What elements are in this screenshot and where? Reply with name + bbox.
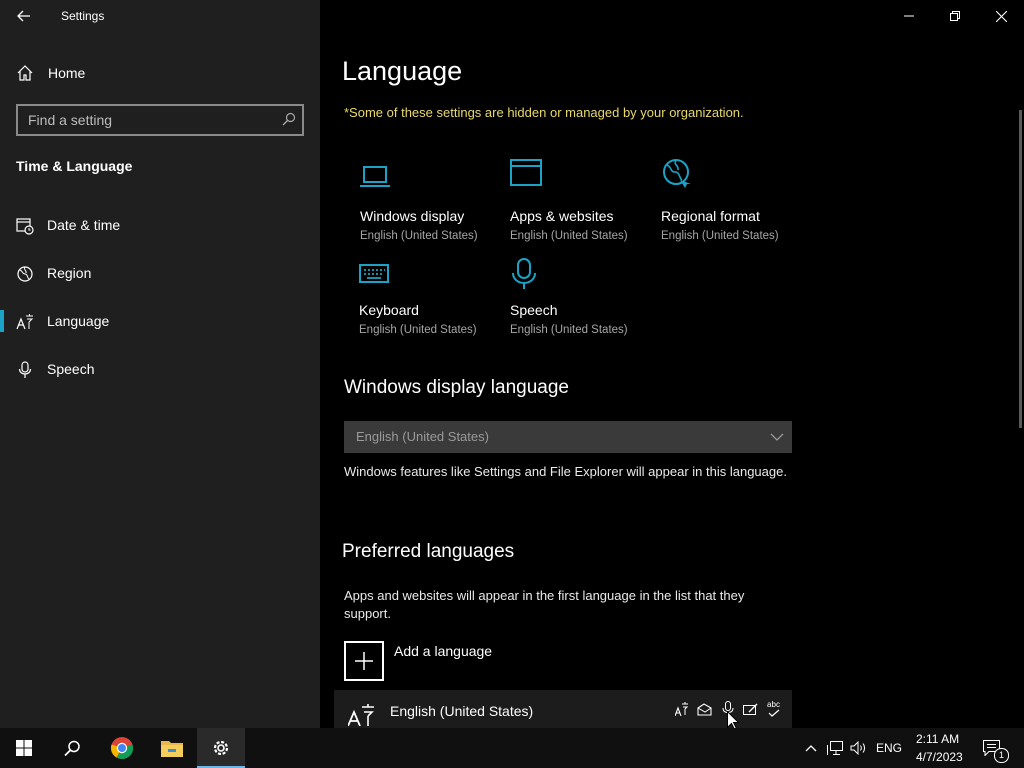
preferred-languages-description: Apps and websites will appear in the fir… xyxy=(344,588,745,621)
language-row-en-us[interactable]: English (United States) abc xyxy=(334,690,792,728)
display-language-feature-icon xyxy=(673,700,690,717)
settings-taskbar-button[interactable] xyxy=(197,728,245,768)
tile-title: Apps & websites xyxy=(510,208,614,224)
search-icon xyxy=(63,740,80,756)
minimize-icon xyxy=(904,15,914,17)
tile-keyboard[interactable]: Keyboard English (United States) xyxy=(359,260,499,350)
file-explorer-taskbar-button[interactable] xyxy=(148,728,196,768)
tile-title: Keyboard xyxy=(359,302,419,318)
taskbar: ENG 2:11 AM 4/7/2023 1 xyxy=(0,728,1024,768)
search-icon[interactable] xyxy=(282,112,296,126)
tile-apps-websites[interactable]: Apps & websites English (United States) xyxy=(510,158,650,248)
scrollbar[interactable] xyxy=(1019,110,1022,428)
input-indicator[interactable]: ENG xyxy=(876,741,902,755)
home-label: Home xyxy=(48,65,86,81)
page-title: Language xyxy=(342,56,463,86)
globe-icon xyxy=(17,266,33,282)
tile-title: Speech xyxy=(510,302,558,318)
network-button[interactable] xyxy=(824,728,846,768)
clock-time[interactable]: 2:11 AM xyxy=(916,732,959,746)
display-language-dropdown[interactable]: English (United States) xyxy=(344,421,792,453)
date-time-icon xyxy=(16,218,34,235)
close-button[interactable] xyxy=(978,0,1024,32)
folder-icon xyxy=(161,741,183,757)
display-language-heading: Windows display language xyxy=(344,377,569,398)
tile-speech[interactable]: Speech English (United States) xyxy=(510,258,650,348)
chrome-taskbar-button[interactable] xyxy=(98,728,146,768)
sidebar: Settings Home Find a setting Time & Lang… xyxy=(0,0,320,728)
text-to-speech-feature-icon xyxy=(696,700,713,717)
back-arrow-icon xyxy=(17,10,30,22)
display-language-description: Windows features like Settings and File … xyxy=(344,464,787,479)
volume-button[interactable] xyxy=(847,728,869,768)
preferred-languages-heading: Preferred languages xyxy=(342,541,515,562)
microphone-icon xyxy=(18,361,32,378)
tile-subtitle: English (United States) xyxy=(510,230,628,242)
home-icon xyxy=(17,65,33,81)
add-language-label: Add a language xyxy=(394,643,493,659)
sidebar-item-label: Language xyxy=(47,313,110,329)
sidebar-item-region[interactable]: Region xyxy=(0,253,320,293)
back-button[interactable] xyxy=(12,4,36,28)
tile-title: Windows display xyxy=(360,208,465,224)
close-icon xyxy=(995,10,1007,22)
minimize-button[interactable] xyxy=(886,0,932,32)
tile-subtitle: English (United States) xyxy=(661,230,779,242)
app-title: Settings xyxy=(61,9,105,23)
language-icon xyxy=(16,314,34,330)
spelling-abc-text: abc xyxy=(767,699,780,709)
restore-button[interactable] xyxy=(932,0,978,32)
search-box[interactable]: Find a setting xyxy=(16,104,304,136)
network-icon xyxy=(827,740,843,755)
action-center-button[interactable]: 1 xyxy=(978,728,1009,768)
gear-icon xyxy=(213,740,229,756)
handwriting-feature-icon xyxy=(742,700,759,717)
main-content: Language *Some of these settings are hid… xyxy=(320,0,1024,728)
chevron-down-icon xyxy=(770,433,784,441)
restore-icon xyxy=(950,11,960,21)
sidebar-item-label: Speech xyxy=(47,361,95,377)
selection-indicator xyxy=(0,310,4,332)
plus-icon xyxy=(355,652,373,670)
spelling-feature-icon: abc xyxy=(765,700,782,717)
sidebar-item-speech[interactable]: Speech xyxy=(0,349,320,389)
taskbar-search-button[interactable] xyxy=(48,728,96,768)
window-icon xyxy=(510,159,542,186)
tile-subtitle: English (United States) xyxy=(360,230,478,242)
sidebar-item-date-time[interactable]: Date & time xyxy=(0,205,320,245)
windows-logo-icon xyxy=(16,740,32,756)
show-hidden-icons-button[interactable] xyxy=(800,728,822,768)
add-box xyxy=(344,641,384,681)
sidebar-item-label: Date & time xyxy=(47,217,121,233)
section-title: Time & Language xyxy=(16,158,133,174)
language-row-label: English (United States) xyxy=(390,703,534,719)
tile-subtitle: English (United States) xyxy=(510,324,628,336)
regional-format-icon xyxy=(663,159,691,188)
org-managed-note: *Some of these settings are hidden or ma… xyxy=(344,105,744,120)
tile-title: Regional format xyxy=(661,208,760,224)
speaker-icon xyxy=(850,741,865,755)
add-language-button[interactable]: Add a language xyxy=(344,641,544,681)
microphone-icon xyxy=(512,258,536,289)
dropdown-value: English (United States) xyxy=(356,429,489,444)
sidebar-item-language[interactable]: Language xyxy=(0,301,320,341)
language-icon xyxy=(348,704,374,726)
tile-windows-display[interactable]: Windows display English (United States) xyxy=(360,164,500,254)
laptop-icon xyxy=(360,166,390,187)
chevron-up-icon xyxy=(805,745,817,752)
chrome-icon xyxy=(110,737,134,760)
notification-badge: 1 xyxy=(994,748,1009,763)
tile-regional-format[interactable]: Regional format English (United States) xyxy=(661,158,801,248)
tile-subtitle: English (United States) xyxy=(359,324,477,336)
search-placeholder: Find a setting xyxy=(28,112,113,128)
clock-date[interactable]: 4/7/2023 xyxy=(916,750,963,764)
start-button[interactable] xyxy=(0,728,48,768)
keyboard-icon xyxy=(359,264,389,283)
sidebar-item-label: Region xyxy=(47,265,92,281)
